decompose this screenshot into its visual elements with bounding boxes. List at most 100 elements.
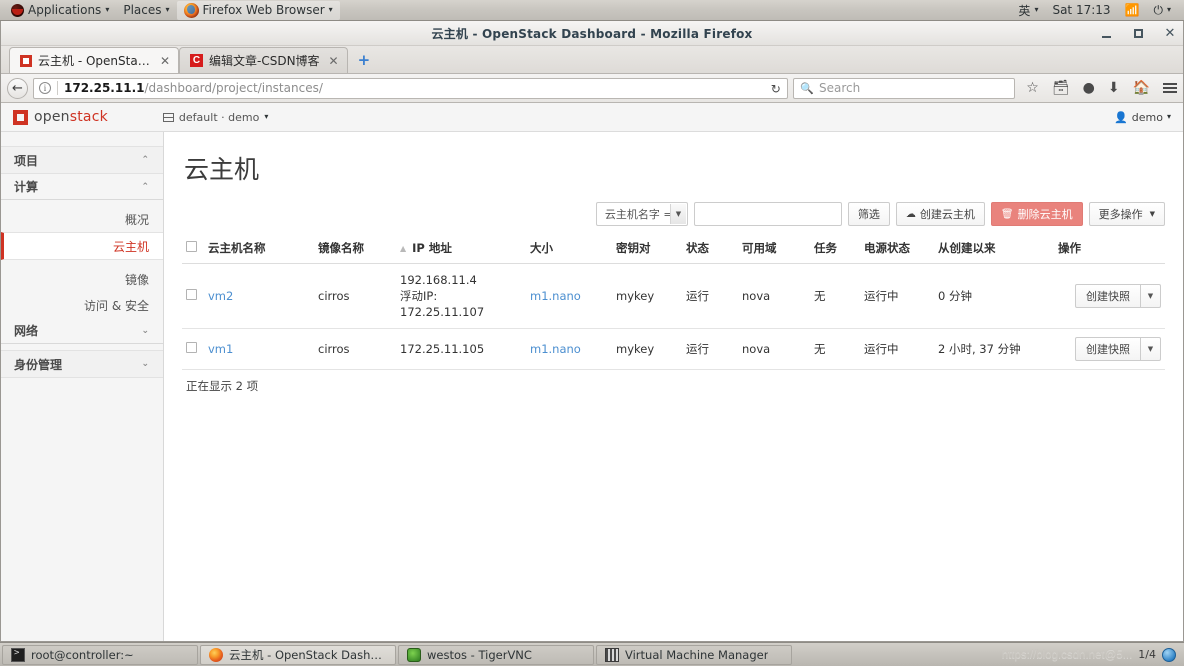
home-icon[interactable]: 🏠 bbox=[1133, 81, 1150, 95]
openstack-logo-text: openstack bbox=[34, 109, 108, 125]
filter-input[interactable] bbox=[693, 202, 842, 226]
user-menu-label: demo bbox=[1131, 110, 1163, 124]
row-actions-dropdown-icon[interactable]: ▼ bbox=[1141, 284, 1161, 308]
browser-tab-label: 编辑文章-CSDN博客 bbox=[209, 54, 320, 68]
flavor-link[interactable]: m1.nano bbox=[530, 342, 581, 356]
taskbar-item-terminal[interactable]: root@controller:~ bbox=[2, 644, 198, 665]
chevron-up-icon: ⌃ bbox=[141, 181, 149, 192]
browser-tab-csdn[interactable]: C 编辑文章-CSDN博客 ✕ bbox=[179, 47, 348, 73]
taskbar-item-firefox[interactable]: 云主机 - OpenStack Dashboard - ... bbox=[200, 644, 396, 665]
firefox-window-menu[interactable]: Firefox Web Browser ▾ bbox=[176, 0, 340, 20]
sidebar-item-instances[interactable]: 云主机 bbox=[1, 232, 163, 260]
sidebar-item-label: 访问 & 安全 bbox=[84, 298, 149, 313]
minimize-button[interactable] bbox=[1099, 27, 1113, 41]
filter-button[interactable]: 筛选 bbox=[847, 202, 890, 226]
table-header-row: 云主机名称 镜像名称 ▲ IP 地址 大小 密钥对 状态 可用域 任务 电源状态 … bbox=[182, 234, 1165, 264]
reader-icon[interactable]: 🗃 bbox=[1052, 81, 1070, 95]
trash-icon: 🗑 bbox=[1000, 208, 1014, 220]
menu-icon[interactable] bbox=[1163, 83, 1177, 93]
download-icon[interactable]: ⬇ bbox=[1108, 81, 1120, 95]
column-header-image[interactable]: 镜像名称 bbox=[314, 234, 396, 264]
instance-name-link[interactable]: vm1 bbox=[208, 342, 233, 356]
filter-field-select[interactable]: 云主机名字 = ▼ bbox=[595, 202, 688, 226]
delete-instances-button[interactable]: 🗑 删除云主机 bbox=[990, 202, 1083, 226]
csdn-favicon-icon: C bbox=[190, 54, 203, 67]
column-header-zone[interactable]: 可用域 bbox=[738, 234, 810, 264]
table-row[interactable]: vm2 cirros 192.168.11.4 浮动IP: 172.25.11.… bbox=[182, 263, 1165, 329]
close-button[interactable]: ✕ bbox=[1163, 27, 1177, 41]
cell-uptime: 0 分钟 bbox=[934, 263, 1054, 329]
firefox-icon bbox=[183, 2, 199, 18]
sidebar-group-compute[interactable]: 计算 ⌃ bbox=[1, 174, 163, 200]
column-header-power[interactable]: 电源状态 bbox=[860, 234, 934, 264]
create-snapshot-button[interactable]: 创建快照 bbox=[1075, 284, 1141, 308]
more-actions-button[interactable]: 更多操作 ▼ bbox=[1088, 202, 1165, 226]
row-actions-dropdown-icon[interactable]: ▼ bbox=[1141, 337, 1161, 361]
tab-close-icon[interactable]: ✕ bbox=[329, 54, 339, 68]
power-menu[interactable]: ⏻ ▾ bbox=[1146, 1, 1178, 20]
row-checkbox[interactable] bbox=[186, 289, 197, 300]
create-snapshot-button[interactable]: 创建快照 bbox=[1075, 337, 1141, 361]
create-instance-button[interactable]: ☁ 创建云主机 bbox=[895, 202, 985, 226]
taskbar-item-tigervnc[interactable]: westos - TigerVNC bbox=[398, 644, 594, 665]
maximize-button[interactable] bbox=[1131, 27, 1145, 41]
row-action-group: 创建快照 ▼ bbox=[1075, 284, 1161, 308]
clock[interactable]: Sat 17:13 bbox=[1045, 1, 1117, 20]
cell-zone: nova bbox=[738, 328, 810, 370]
column-header-flavor[interactable]: 大小 bbox=[526, 234, 612, 264]
column-header-ip[interactable]: ▲ IP 地址 bbox=[396, 234, 526, 264]
pocket-icon[interactable]: ● bbox=[1083, 81, 1095, 95]
column-header-status[interactable]: 状态 bbox=[682, 234, 738, 264]
column-header-uptime[interactable]: 从创建以来 bbox=[934, 234, 1054, 264]
sidebar-item-images[interactable]: 镜像 bbox=[1, 266, 163, 292]
column-header-keypair[interactable]: 密钥对 bbox=[612, 234, 682, 264]
taskbar-item-vmm[interactable]: Virtual Machine Manager bbox=[596, 644, 792, 665]
sidebar-item-overview[interactable]: 概况 bbox=[1, 206, 163, 232]
user-menu[interactable]: 👤 demo ▾ bbox=[1114, 111, 1171, 124]
sidebar-group-label: 身份管理 bbox=[14, 357, 63, 372]
select-all-checkbox[interactable] bbox=[186, 241, 197, 252]
project-context-switcher[interactable]: default · demo ▾ bbox=[162, 111, 268, 124]
back-button[interactable]: ← bbox=[7, 77, 28, 99]
more-actions-label: 更多操作 bbox=[1098, 208, 1143, 221]
vmm-icon bbox=[605, 647, 619, 662]
places-menu[interactable]: Places ▾ bbox=[116, 1, 176, 20]
sidebar-group-identity[interactable]: 身份管理 ⌄ bbox=[1, 350, 163, 378]
site-info-icon[interactable]: i bbox=[39, 82, 51, 94]
new-tab-button[interactable]: + bbox=[358, 51, 371, 69]
sidebar-item-access-security[interactable]: 访问 & 安全 bbox=[1, 292, 163, 318]
reload-icon[interactable]: ↻ bbox=[767, 81, 784, 98]
globe-icon[interactable] bbox=[1162, 647, 1176, 662]
column-header-task[interactable]: 任务 bbox=[810, 234, 860, 264]
tab-close-icon[interactable]: ✕ bbox=[160, 54, 170, 68]
screen: Applications ▾ Places ▾ Firefox Web Brow… bbox=[0, 0, 1184, 666]
table-row[interactable]: vm1 cirros 172.25.11.105 m1.nano mykey 运… bbox=[182, 328, 1165, 370]
cell-ip: 172.25.11.105 bbox=[396, 328, 526, 370]
row-checkbox[interactable] bbox=[186, 342, 197, 353]
workspace-indicator[interactable]: 1/4 bbox=[1138, 648, 1156, 661]
sidebar-group-network[interactable]: 网络 ⌄ bbox=[1, 318, 163, 344]
flavor-link[interactable]: m1.nano bbox=[530, 289, 581, 303]
openstack-logo[interactable]: openstack bbox=[13, 109, 108, 125]
row-select-cell bbox=[182, 328, 204, 370]
ip-line: 192.168.11.4 bbox=[400, 273, 477, 287]
applications-menu[interactable]: Applications ▾ bbox=[4, 1, 116, 20]
sidebar-group-project[interactable]: 项目 ⌃ bbox=[1, 146, 163, 174]
wifi-icon[interactable]: 📶 bbox=[1118, 1, 1147, 20]
instances-table: 云主机名称 镜像名称 ▲ IP 地址 大小 密钥对 状态 可用域 任务 电源状态 … bbox=[182, 234, 1165, 370]
desktop-tray: 英 ▾ Sat 17:13 📶 ⏻ ▾ bbox=[1011, 1, 1184, 20]
input-method-indicator[interactable]: 英 ▾ bbox=[1011, 1, 1045, 20]
search-bar[interactable]: 🔍 Search bbox=[793, 77, 1016, 99]
chevron-down-icon[interactable]: ▼ bbox=[669, 204, 686, 224]
url-bar[interactable]: i 172.25.11.1/dashboard/project/instance… bbox=[33, 77, 789, 99]
desktop-top-panel: Applications ▾ Places ▾ Firefox Web Brow… bbox=[0, 0, 1184, 21]
browser-tab-openstack[interactable]: 云主机 - OpenStack ... ✕ bbox=[9, 47, 179, 73]
desktop-menu-group: Applications ▾ Places ▾ Firefox Web Brow… bbox=[0, 0, 340, 20]
instance-name-link[interactable]: vm2 bbox=[208, 289, 233, 303]
sidebar-item-label: 镜像 bbox=[124, 272, 149, 287]
star-icon[interactable]: ☆ bbox=[1026, 81, 1039, 95]
column-header-name[interactable]: 云主机名称 bbox=[204, 234, 314, 264]
grid-icon bbox=[162, 112, 174, 122]
taskbar-item-label: westos - TigerVNC bbox=[427, 647, 532, 662]
search-input[interactable]: Search bbox=[819, 81, 860, 95]
